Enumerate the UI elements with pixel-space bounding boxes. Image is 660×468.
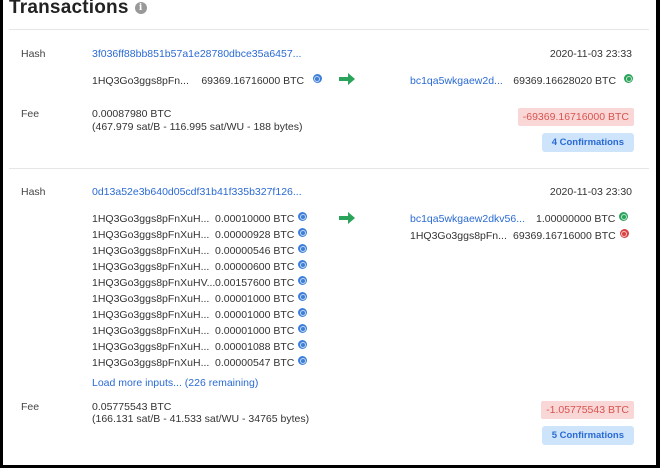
input-amount: 0.00010000 BTC [215,213,295,225]
input-address[interactable]: 1HQ3Go3ggs8pFnXuH... [92,325,215,337]
globe-icon[interactable] [298,212,308,222]
list-item: 1HQ3Go3ggs8pFnXuH... 0.00001088 BTC [92,337,308,353]
load-more-inputs-link[interactable]: Load more inputs... (226 remaining) [92,377,258,389]
globe-icon[interactable] [298,244,308,254]
input-address[interactable]: 1HQ3Go3ggs8pFnXuH... [92,261,215,273]
tx2-fee-detail: (166.131 sat/B - 41.533 sat/WU - 34765 b… [92,413,310,425]
tx1-fee-value: 0.00087980 BTC [92,108,172,120]
globe-icon[interactable] [298,276,308,286]
input-amount: 0.00000600 BTC [215,261,295,273]
input-amount: 0.00157600 BTC [215,277,295,289]
tx1-datetime: 2020-11-03 23:33 [549,48,632,60]
input-address[interactable]: 1HQ3Go3ggs8pFnXuH... [92,213,215,225]
globe-icon[interactable] [298,292,308,302]
output-amount: 69369.16716000 BTC [513,230,616,242]
tx2-hash-link[interactable]: 0d13a52e3b640d05cdf31b41f335b327f126... [92,186,302,198]
info-icon[interactable]: i [134,2,147,14]
input-address[interactable]: 1HQ3Go3ggs8pFnXuHV... [92,277,215,289]
arrow-right-icon [339,73,355,85]
tx2-datetime: 2020-11-03 23:30 [549,186,632,198]
tx2-hash-label: Hash [21,186,46,198]
tx1-hash-label: Hash [21,48,46,60]
input-address[interactable]: 1HQ3Go3ggs8pFnXuH... [92,357,215,369]
input-address[interactable]: 1HQ3Go3ggs8pFnXuH... [92,309,215,321]
tx2-fee-value: 0.05775543 BTC [92,401,172,413]
tx2-net-amount-badge: -1.05775543 BTC [541,401,634,419]
input-amount: 0.00000928 BTC [215,229,295,241]
divider [9,168,649,169]
list-item: bc1qa5wkgaew2dkv56... 1.00000000 BTC [410,209,629,226]
input-amount: 0.00001000 BTC [215,309,295,321]
globe-icon[interactable] [298,324,308,334]
input-address[interactable]: 1HQ3Go3ggs8pFnXuH... [92,341,215,353]
tx2-outputs-list: bc1qa5wkgaew2dkv56... 1.00000000 BTC 1HQ3… [410,209,629,243]
list-item: 1HQ3Go3ggs8pFnXuH... 0.00000600 BTC [92,257,308,273]
list-item: 1HQ3Go3ggs8pFnXuHV...0.00157600 BTC [92,273,308,289]
tx1-fee-detail: (467.979 sat/B - 116.995 sat/WU - 188 by… [92,121,303,133]
tx1-hash-link[interactable]: 3f036ff88bb851b57a1e28780dbce35a6457... [92,48,301,60]
title-row: Transactions i [9,0,147,19]
tx1-confirmations-button[interactable]: 4 Confirmations [541,133,634,152]
list-item: 1HQ3Go3ggs8pFnXuH... 0.00001000 BTC [92,305,308,321]
tx1-input-address[interactable]: 1HQ3Go3ggs8pFn... [92,75,189,87]
divider [9,29,649,30]
input-address[interactable]: 1HQ3Go3ggs8pFnXuH... [92,229,215,241]
tx1-input-row: 1HQ3Go3ggs8pFn... 69369.16716000 BTC [92,71,322,89]
globe-icon[interactable] [624,74,634,84]
tx2-confirmations-button[interactable]: 5 Confirmations [541,426,634,445]
list-item: 1HQ3Go3ggs8pFnXuH... 0.00000547 BTC [92,353,308,369]
tx1-output-address[interactable]: bc1qa5wkgaew2d... [410,75,503,87]
output-address[interactable]: bc1qa5wkgaew2dkv56... [410,213,536,225]
tx1-output-amount: 69369.16628020 BTC [513,75,617,87]
tx1-input-amount: 69369.16716000 BTC [201,75,305,87]
globe-icon[interactable] [298,308,308,318]
list-item: 1HQ3Go3ggs8pFn... 69369.16716000 BTC [410,226,629,243]
globe-icon[interactable] [298,228,308,238]
transactions-panel: Transactions i Hash 3f036ff88bb851b57a1e… [3,0,656,465]
globe-icon[interactable] [312,74,322,84]
list-item: 1HQ3Go3ggs8pFnXuH... 0.00001000 BTC [92,289,308,305]
output-address[interactable]: 1HQ3Go3ggs8pFn... [410,230,513,242]
input-amount: 0.00000546 BTC [215,245,295,257]
tx1-net-amount-badge: -69369.16716000 BTC [517,108,634,126]
input-address[interactable]: 1HQ3Go3ggs8pFnXuH... [92,245,215,257]
input-amount: 0.00001088 BTC [215,341,295,353]
globe-icon[interactable] [619,229,629,239]
globe-icon[interactable] [298,260,308,270]
list-item: 1HQ3Go3ggs8pFnXuH... 0.00010000 BTC [92,209,308,225]
list-item: 1HQ3Go3ggs8pFnXuH... 0.00000928 BTC [92,225,308,241]
tx2-inputs-list: 1HQ3Go3ggs8pFnXuH... 0.00010000 BTC 1HQ3G… [92,209,308,369]
list-item: 1HQ3Go3ggs8pFnXuH... 0.00000546 BTC [92,241,308,257]
globe-icon[interactable] [619,212,629,222]
tx1-output-row: bc1qa5wkgaew2d... 69369.16628020 BTC [410,71,634,89]
list-item: 1HQ3Go3ggs8pFnXuH... 0.00001000 BTC [92,321,308,337]
input-amount: 0.00001000 BTC [215,325,295,337]
tx2-fee-label: Fee [21,401,40,413]
page-title: Transactions [9,0,129,18]
input-address[interactable]: 1HQ3Go3ggs8pFnXuH... [92,293,215,305]
output-amount: 1.00000000 BTC [536,213,616,225]
input-amount: 0.00000547 BTC [215,357,295,369]
globe-icon[interactable] [298,356,308,366]
tx1-fee-label: Fee [21,108,40,120]
globe-icon[interactable] [298,340,308,350]
input-amount: 0.00001000 BTC [215,293,295,305]
arrow-right-icon [339,212,355,224]
